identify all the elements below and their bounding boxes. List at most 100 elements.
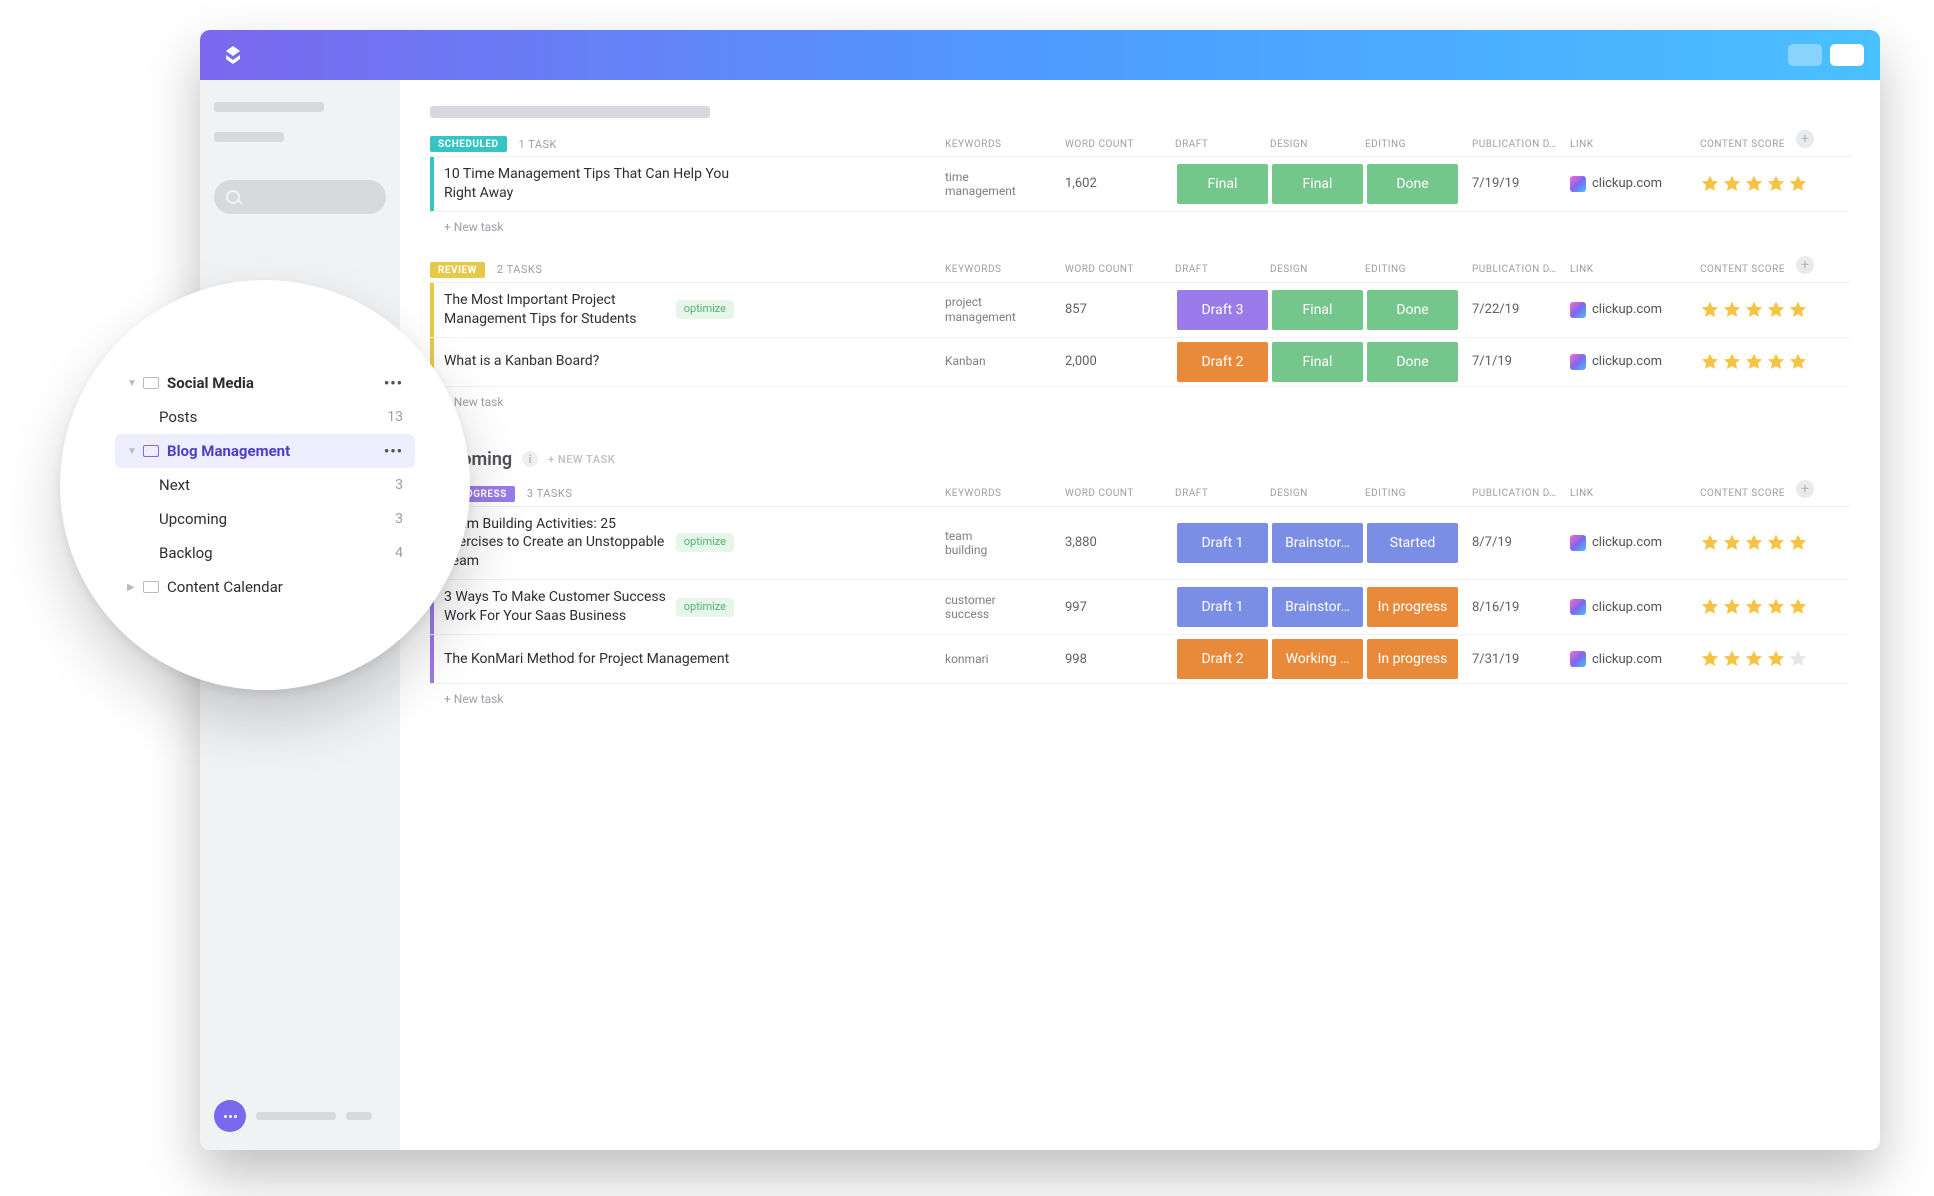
task-title[interactable]: 10 Time Management Tips That Can Help Yo… [434,157,744,211]
breadcrumb-skeleton [430,106,710,118]
cell-design-status[interactable]: Brainstor… [1272,587,1363,627]
cell-link[interactable]: clickup.com [1570,651,1700,667]
cell-word-count: 857 [1065,302,1175,317]
task-count: 1 TASK [519,138,557,151]
titlebar-button-maximize[interactable] [1830,44,1864,66]
cell-content-score [1700,300,1850,320]
new-task-button[interactable]: + New task [430,387,1850,425]
cell-publication-date: 8/16/19 [1460,600,1570,615]
cell-design-status[interactable]: Final [1272,164,1363,204]
cell-draft-status[interactable]: Draft 1 [1177,523,1268,563]
sidebar-item-count: 4 [395,545,403,561]
new-task-button[interactable]: + New task [430,212,1850,250]
clickup-logo-icon [1570,599,1586,615]
cell-design-status[interactable]: Final [1272,342,1363,382]
cell-publication-date: 7/31/19 [1460,652,1570,667]
cell-design-status[interactable]: Brainstor… [1272,523,1363,563]
sidebar-list-item[interactable]: Posts 13 [115,400,415,434]
chevron-icon: ▼ [127,446,137,457]
cell-content-score [1700,649,1850,669]
task-row[interactable]: 10 Time Management Tips That Can Help Yo… [430,157,1850,212]
sidebar-search[interactable] [214,180,386,214]
task-title[interactable]: 3 Ways To Make Customer Success Work For… [434,580,744,634]
search-icon [226,190,240,204]
cell-editing-status[interactable]: Done [1367,342,1458,382]
new-task-button[interactable]: + New task [430,684,1850,722]
cell-content-score [1700,352,1850,372]
task-group: + REVIEW 2 TASKS KEYWORDS WORD COUNT DRA… [430,256,1850,425]
section-new-task[interactable]: + NEW TASK [548,453,615,466]
cell-editing-status[interactable]: Started [1367,523,1458,563]
sidebar-item-count: 3 [395,511,403,527]
optimize-tag[interactable]: optimize [676,533,734,552]
cell-editing-status[interactable]: Done [1367,290,1458,330]
task-title[interactable]: The KonMari Method for Project Managemen… [434,642,744,677]
app-window: + SCHEDULED 1 TASK KEYWORDS WORD COUNT D… [200,30,1880,1150]
cell-content-score [1700,533,1850,553]
titlebar [200,30,1880,80]
cell-publication-date: 8/7/19 [1460,535,1570,550]
optimize-tag[interactable]: optimize [676,598,734,617]
info-icon[interactable]: i [522,451,538,467]
task-row[interactable]: Team Building Activities: 25 Exercises t… [430,507,1850,581]
sidebar-folder[interactable]: ▶ Content Calendar [115,570,415,604]
main-content: + SCHEDULED 1 TASK KEYWORDS WORD COUNT D… [400,80,1880,1150]
more-icon[interactable]: ••• [384,442,403,460]
sidebar-item-label: Content Calendar [167,578,283,596]
task-row[interactable]: 3 Ways To Make Customer Success Work For… [430,580,1850,635]
sidebar-folder[interactable]: ▼ Blog Management ••• [115,434,415,468]
cell-draft-status[interactable]: Final [1177,164,1268,204]
cell-link[interactable]: clickup.com [1570,354,1700,370]
add-column-button[interactable]: + [1796,480,1814,498]
sidebar-skeleton-line [256,1112,336,1120]
folder-icon [143,445,159,457]
task-count: 3 TASKS [527,487,572,500]
status-pill[interactable]: REVIEW [430,262,485,278]
more-icon[interactable]: ••• [384,374,403,392]
task-count: 2 TASKS [497,263,542,276]
cell-link[interactable]: clickup.com [1570,535,1700,551]
cell-draft-status[interactable]: Draft 3 [1177,290,1268,330]
cell-draft-status[interactable]: Draft 1 [1177,587,1268,627]
cell-keywords: teambuilding [945,529,1065,558]
task-title[interactable]: The Most Important Project Management Ti… [434,283,744,337]
task-title[interactable]: Team Building Activities: 25 Exercises t… [434,507,744,580]
cell-word-count: 1,602 [1065,176,1175,191]
status-pill[interactable]: SCHEDULED [430,136,507,152]
cell-link[interactable]: clickup.com [1570,302,1700,318]
clickup-logo-icon [1570,176,1586,192]
optimize-tag[interactable]: optimize [676,300,734,319]
task-group: + IN PROGRESS 3 TASKS KEYWORDS WORD COUN… [430,480,1850,722]
cell-keywords: konmari [945,652,1065,666]
cell-publication-date: 7/1/19 [1460,354,1570,369]
cell-link[interactable]: clickup.com [1570,599,1700,615]
cell-link[interactable]: clickup.com [1570,176,1700,192]
chat-icon[interactable] [214,1100,246,1132]
cell-editing-status[interactable]: In progress [1367,587,1458,627]
folder-icon [143,581,159,593]
add-column-button[interactable]: + [1796,130,1814,148]
task-row[interactable]: The Most Important Project Management Ti… [430,283,1850,338]
cell-draft-status[interactable]: Draft 2 [1177,639,1268,679]
sidebar-list-item[interactable]: Backlog 4 [115,536,415,570]
titlebar-button-minimize[interactable] [1788,44,1822,66]
sidebar-list-item[interactable]: Next 3 [115,468,415,502]
cell-draft-status[interactable]: Draft 2 [1177,342,1268,382]
cell-word-count: 997 [1065,600,1175,615]
sidebar-item-label: Blog Management [167,442,290,460]
add-column-button[interactable]: + [1796,256,1814,274]
task-title[interactable]: What is a Kanban Board? [434,344,744,379]
sidebar-folder[interactable]: ▼ Social Media ••• [115,366,415,400]
cell-word-count: 998 [1065,652,1175,667]
cell-design-status[interactable]: Final [1272,290,1363,330]
sidebar-item-count: 13 [387,409,403,425]
task-row[interactable]: The KonMari Method for Project Managemen… [430,635,1850,684]
folder-icon [143,377,159,389]
sidebar-list-item[interactable]: Upcoming 3 [115,502,415,536]
cell-design-status[interactable]: Working … [1272,639,1363,679]
sidebar-item-label: Upcoming [159,510,227,528]
cell-editing-status[interactable]: Done [1367,164,1458,204]
task-row[interactable]: What is a Kanban Board? Kanban 2,000 Dra… [430,338,1850,387]
chevron-icon: ▼ [127,378,137,389]
cell-editing-status[interactable]: In progress [1367,639,1458,679]
